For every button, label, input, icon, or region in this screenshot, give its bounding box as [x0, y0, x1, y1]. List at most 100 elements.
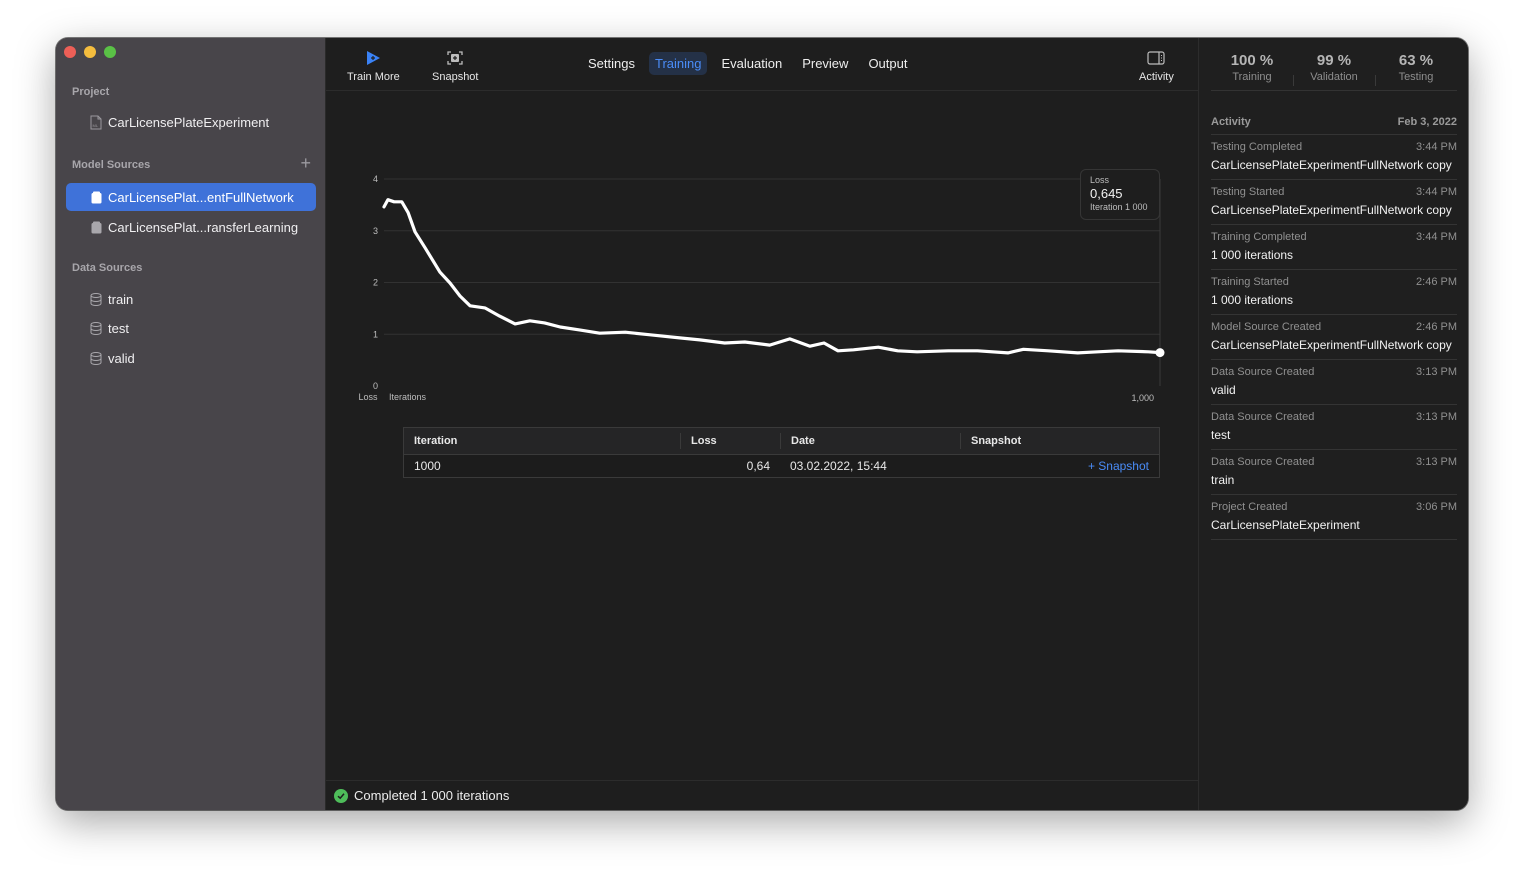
sidebar-item-data-source[interactable]: valid — [66, 344, 316, 372]
tooltip-subtitle: Iteration 1 000 — [1090, 202, 1148, 212]
play-icon — [365, 48, 381, 68]
snapshot-icon — [447, 48, 463, 68]
sidebar: Project ML CarLicensePlateExperiment Mod… — [56, 38, 326, 810]
status-bar: Completed 1 000 iterations — [326, 780, 1198, 810]
tab-output[interactable]: Output — [862, 52, 913, 75]
activity-item-header: Project Created 3:06 PM — [1211, 501, 1457, 513]
column-header-date[interactable]: Date — [780, 433, 960, 449]
activity-event: Training Completed — [1211, 231, 1307, 243]
cell-loss: 0,64 — [746, 459, 770, 473]
tooltip-title: Loss — [1090, 175, 1110, 185]
activity-time: 3:13 PM — [1416, 411, 1457, 423]
activity-item-header: Model Source Created 2:46 PM — [1211, 321, 1457, 333]
model-icon — [90, 190, 102, 204]
activity-time: 2:46 PM — [1416, 276, 1457, 288]
y-tick-label: 1 — [373, 329, 378, 339]
ml-document-icon: ML — [90, 115, 102, 129]
y-tick-label: 2 — [373, 278, 378, 288]
activity-item[interactable]: Data Source Created 3:13 PM valid — [1211, 359, 1457, 404]
activity-button[interactable]: Activity — [1139, 48, 1174, 83]
activity-date: Feb 3, 2022 — [1397, 116, 1457, 128]
activity-item[interactable]: Data Source Created 3:13 PM train — [1211, 449, 1457, 494]
status-text: Completed 1 000 iterations — [354, 788, 510, 803]
activity-time: 3:44 PM — [1416, 141, 1457, 153]
activity-item[interactable]: Testing Completed 3:44 PM CarLicensePlateE… — [1211, 134, 1457, 179]
y-axis-label: Loss — [358, 392, 378, 402]
snapshots-table: Iteration Loss Date Snapshot 1000 0,64 0… — [403, 427, 1160, 478]
metric-label: Testing — [1398, 71, 1434, 83]
column-header-snapshot[interactable]: Snapshot — [960, 433, 1159, 449]
sidebar-item-project[interactable]: ML CarLicensePlateExperiment — [66, 108, 316, 136]
cell-date: 03.02.2022, 15:44 — [790, 459, 887, 473]
train-more-button[interactable]: Train More — [347, 48, 400, 83]
column-header-loss[interactable]: Loss — [680, 433, 780, 449]
activity-detail: 1 000 iterations — [1211, 293, 1294, 307]
metric-label: Validation — [1310, 71, 1358, 83]
activity-item[interactable]: Training Completed 3:44 PM 1 000 iteration… — [1211, 224, 1457, 269]
column-header-iteration[interactable]: Iteration — [404, 428, 680, 454]
activity-item[interactable]: Testing Started 3:44 PM CarLicensePlateExp… — [1211, 179, 1457, 224]
database-icon — [90, 321, 102, 335]
tab-settings[interactable]: Settings — [582, 52, 641, 75]
activity-heading: Activity — [1211, 116, 1251, 128]
data-source-label: test — [108, 320, 129, 336]
data-source-label: train — [108, 291, 134, 307]
metric-label: Training — [1232, 71, 1272, 83]
y-tick-label: 0 — [373, 381, 378, 391]
table-header: Iteration Loss Date Snapshot — [404, 428, 1159, 455]
activity-header: Activity Feb 3, 2022 — [1211, 116, 1457, 128]
sidebar-item-data-source[interactable]: train — [66, 285, 316, 313]
activity-event: Data Source Created — [1211, 366, 1315, 378]
activity-panel: 100 % Training 99 % Validation 63 % Test… — [1198, 38, 1468, 810]
activity-label: Activity — [1139, 71, 1174, 83]
model-icon — [90, 220, 102, 234]
activity-time: 3:44 PM — [1416, 186, 1457, 198]
activity-detail: 1 000 iterations — [1211, 248, 1294, 262]
plus-icon[interactable]: + — [300, 154, 311, 172]
activity-item-header: Testing Completed 3:44 PM — [1211, 141, 1457, 153]
highlight-point — [1155, 348, 1165, 358]
minimize-window-button[interactable] — [84, 46, 96, 58]
toolbar: Train More Snapshot Settings Training Ev… — [326, 38, 1198, 91]
database-icon — [90, 292, 102, 306]
activity-item[interactable]: Training Started 2:46 PM 1 000 iterations — [1211, 269, 1457, 314]
model-sources-heading: Model Sources — [72, 159, 151, 171]
y-tick-label: 4 — [373, 174, 378, 184]
checkmark-circle-icon — [334, 788, 348, 803]
activity-time: 2:46 PM — [1416, 321, 1457, 333]
tab-evaluation[interactable]: Evaluation — [715, 52, 788, 75]
database-icon — [90, 351, 102, 365]
close-window-button[interactable] — [64, 46, 76, 58]
activity-item[interactable]: Model Source Created 2:46 PM CarLicensePla… — [1211, 314, 1457, 359]
x-tick-label: 1,000 — [1131, 393, 1154, 403]
model-source-label: CarLicensePlat...ransferLearning — [108, 219, 299, 235]
activity-item[interactable]: Data Source Created 3:13 PM test — [1211, 404, 1457, 449]
activity-event: Testing Completed — [1211, 141, 1303, 153]
sidebar-item-model-source[interactable]: CarLicensePlat...ransferLearning — [66, 213, 316, 241]
loss-chart[interactable]: 0 1 2 3 4 Loss Iterations 1,000 — [326, 91, 1198, 421]
snapshot-button[interactable]: Snapshot — [432, 48, 478, 83]
metric-testing: 63 % Testing — [1375, 52, 1457, 90]
activity-item-header: Training Started 2:46 PM — [1211, 276, 1457, 288]
metric-validation: 99 % Validation — [1293, 52, 1375, 90]
x-axis-label: Iterations — [389, 392, 427, 402]
svg-text:ML: ML — [93, 123, 99, 128]
tab-training[interactable]: Training — [648, 52, 708, 75]
table-row[interactable]: 1000 0,64 03.02.2022, 15:44 + Snapshot — [404, 455, 1159, 477]
snapshot-label: Snapshot — [432, 71, 479, 83]
zoom-window-button[interactable] — [104, 46, 116, 58]
data-sources-heading: Data Sources — [72, 262, 143, 274]
activity-item-header: Data Source Created 3:13 PM — [1211, 456, 1457, 468]
sidebar-item-data-source[interactable]: test — [66, 314, 316, 342]
sidebar-item-model-source[interactable]: CarLicensePlat...entFullNetwork — [66, 183, 316, 211]
activity-detail: CarLicensePlateExperimentFullNetwork cop… — [1211, 158, 1452, 172]
activity-item[interactable]: Project Created 3:06 PM CarLicensePlateExp… — [1211, 494, 1457, 540]
project-heading: Project — [72, 86, 110, 98]
project-name: CarLicensePlateExperiment — [108, 114, 270, 130]
metric-value: 100 % — [1230, 52, 1274, 69]
add-snapshot-link[interactable]: + Snapshot — [960, 459, 1159, 473]
tab-preview[interactable]: Preview — [796, 52, 854, 75]
data-source-label: valid — [108, 350, 135, 366]
metrics-summary: 100 % Training 99 % Validation 63 % Test… — [1211, 52, 1457, 91]
activity-item-header: Testing Started 3:44 PM — [1211, 186, 1457, 198]
